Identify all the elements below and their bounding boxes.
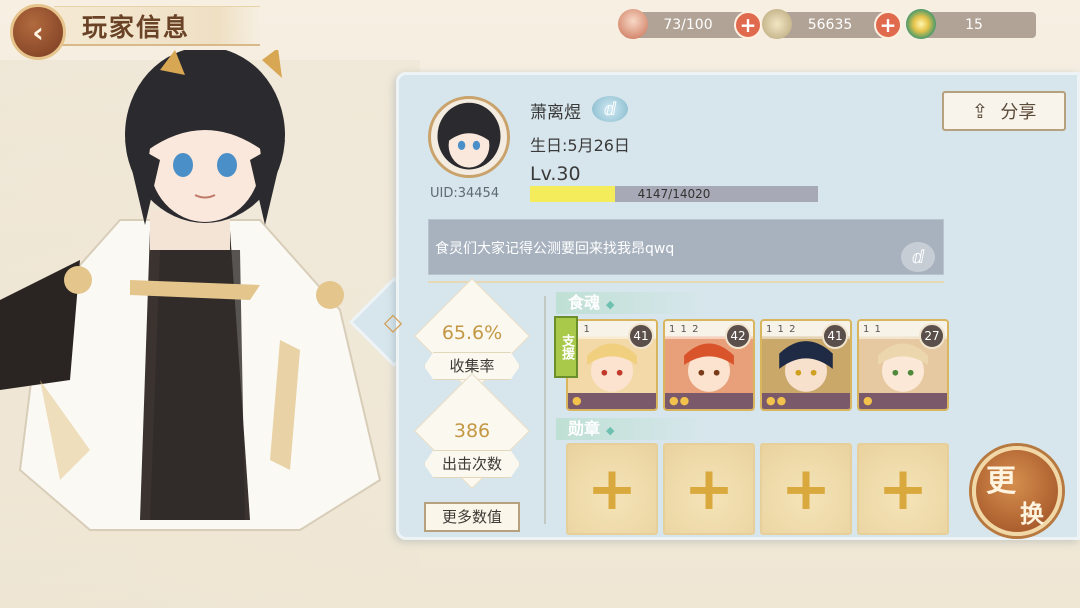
card-stars: ● [859, 393, 947, 409]
edit-signature-icon[interactable]: ⅆ [901, 242, 935, 272]
card-level: 42 [725, 323, 751, 349]
add-medal-icon: + [780, 454, 832, 524]
food-soul-card[interactable]: 1 1 27 ● [857, 319, 949, 411]
diamond-resource: 15 [906, 9, 1036, 39]
card-level: 41 [628, 323, 654, 349]
signature-box[interactable]: 食灵们大家记得公测要回来找我昂qwq ⅆ [428, 219, 944, 275]
medal-slot[interactable]: + [566, 443, 658, 535]
medal-slot[interactable]: + [857, 443, 949, 535]
change-label-2: 换 [1020, 499, 1044, 528]
collection-rate-value: 65.6% [441, 322, 503, 344]
vertical-divider [544, 296, 546, 524]
medal-header: 勋章 ◆ [556, 418, 706, 440]
player-level: Lv.30 [530, 163, 581, 185]
exp-text: 4147/14020 [637, 187, 711, 201]
disc-icon [906, 9, 936, 39]
add-stamina-button[interactable]: + [734, 11, 762, 39]
add-medal-icon: + [683, 454, 735, 524]
support-tag: 支援 [554, 316, 578, 378]
change-button[interactable]: 更 换 [972, 446, 1062, 536]
avatar[interactable] [428, 96, 510, 178]
sorties-value: 386 [453, 420, 491, 442]
character-illustration [0, 47, 400, 608]
back-button[interactable]: ‹ [10, 4, 66, 60]
more-stats-button[interactable]: 更多数值 [424, 502, 520, 532]
exp-bar: 4147/14020 [530, 186, 818, 202]
chevron-left-icon: ‹ [32, 15, 44, 49]
medal-title: 勋章 [568, 419, 601, 438]
share-icon: ⇪ [971, 99, 989, 123]
bowl-icon [618, 9, 648, 39]
card-stars: ● [568, 393, 656, 409]
rename-icon[interactable]: ⅆ [592, 96, 628, 122]
change-label-1: 更 [986, 464, 1016, 499]
player-birthday: 生日:5月26日 [530, 136, 630, 155]
add-coin-button[interactable]: + [874, 11, 902, 39]
knot-icon: ◇ [383, 308, 403, 336]
player-uid: UID:34454 [430, 186, 500, 201]
signature-text: 食灵们大家记得公测要回来找我昂qwq [435, 241, 675, 257]
sorties-label: 出击次数 [424, 450, 520, 478]
player-name: 萧离煜 [530, 103, 581, 123]
share-label: 分享 [1000, 102, 1037, 123]
card-stars: ●● [665, 393, 753, 409]
page-title-ribbon: 玩家信息 [54, 6, 260, 46]
card-level: 27 [919, 323, 945, 349]
food-soul-header: 食魂 ◆ [556, 292, 706, 314]
food-soul-card[interactable]: 1 1 2 41 ●● [760, 319, 852, 411]
add-medal-icon: + [586, 454, 638, 524]
share-button[interactable]: ⇪ 分享 [942, 91, 1066, 131]
food-soul-card[interactable]: 1 1 2 42 ●● [663, 319, 755, 411]
medal-slot[interactable]: + [760, 443, 852, 535]
card-level: 41 [822, 323, 848, 349]
page-title: 玩家信息 [82, 12, 191, 42]
divider [428, 281, 944, 283]
card-stars: ●● [762, 393, 850, 409]
coin-icon [762, 9, 792, 39]
add-medal-icon: + [877, 454, 929, 524]
food-soul-card[interactable]: 1 1 41 ● [566, 319, 658, 411]
food-soul-title: 食魂 [568, 293, 601, 312]
medal-slot[interactable]: + [663, 443, 755, 535]
stamina-resource: 73/100 + [618, 9, 762, 39]
coin-resource: 56635 + [762, 9, 902, 39]
